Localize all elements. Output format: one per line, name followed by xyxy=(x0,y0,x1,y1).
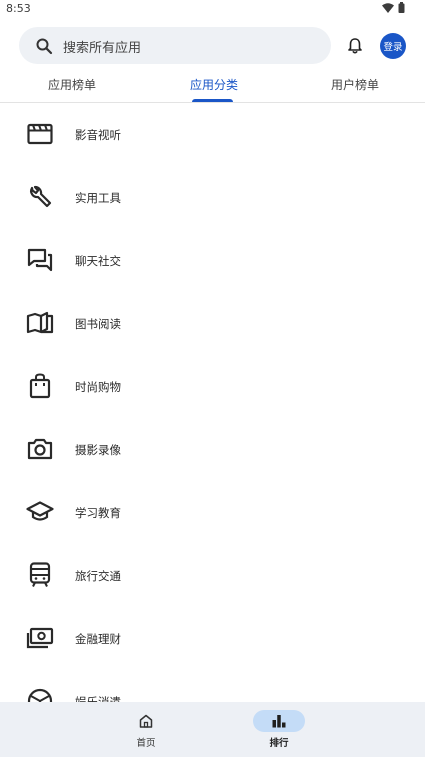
category-item-entertainment[interactable]: 娱乐消遣 xyxy=(0,670,425,702)
wrench-icon xyxy=(30,185,52,208)
category-label: 聊天社交 xyxy=(75,254,121,268)
search-icon xyxy=(36,38,53,55)
category-list: 影音视听 实用工具 聊天社交 图书阅读 时尚购物 摄影录像 学习教育 旅行交通 … xyxy=(0,103,425,702)
ranking-icon xyxy=(272,715,286,728)
bell-icon[interactable] xyxy=(346,37,364,55)
category-item-travel[interactable]: 旅行交通 xyxy=(0,544,425,607)
category-item-tools[interactable]: 实用工具 xyxy=(0,166,425,229)
nav-item-ranking[interactable]: 排行 xyxy=(229,702,329,757)
clapperboard-icon xyxy=(27,123,53,145)
tab-app-ranking[interactable]: 应用榜单 xyxy=(48,76,96,93)
nav-label-home: 首页 xyxy=(136,738,156,749)
category-label: 金融理财 xyxy=(75,632,121,646)
wifi-icon xyxy=(382,2,394,13)
status-icons xyxy=(382,2,405,13)
status-time: 8:53 xyxy=(6,2,31,15)
bottom-nav: 首页 排行 xyxy=(0,702,425,757)
home-icon xyxy=(139,714,153,728)
category-item-video[interactable]: 影音视听 xyxy=(0,103,425,166)
category-item-photography[interactable]: 摄影录像 xyxy=(0,418,425,481)
battery-icon xyxy=(398,2,405,13)
category-item-finance[interactable]: 金融理财 xyxy=(0,607,425,670)
category-label: 旅行交通 xyxy=(75,569,121,583)
money-icon xyxy=(26,627,54,649)
tab-user-ranking[interactable]: 用户榜单 xyxy=(331,76,379,93)
nav-item-home[interactable]: 首页 xyxy=(96,702,196,757)
category-item-shopping[interactable]: 时尚购物 xyxy=(0,355,425,418)
search-input[interactable]: 搜索所有应用 xyxy=(63,37,141,56)
entertainment-icon xyxy=(27,688,53,702)
status-bar: 8:53 xyxy=(0,0,425,18)
nav-label-ranking: 排行 xyxy=(269,738,289,749)
search-bar[interactable]: 搜索所有应用 xyxy=(19,27,331,64)
chat-icon xyxy=(27,248,53,272)
category-label: 实用工具 xyxy=(75,191,121,205)
category-label: 图书阅读 xyxy=(75,317,121,331)
train-icon xyxy=(29,562,51,587)
category-label: 学习教育 xyxy=(75,506,121,520)
book-icon xyxy=(26,311,54,334)
category-label: 影音视听 xyxy=(75,128,121,142)
category-label: 摄影录像 xyxy=(75,443,121,457)
category-item-social[interactable]: 聊天社交 xyxy=(0,229,425,292)
shopping-bag-icon xyxy=(29,373,51,399)
category-item-books[interactable]: 图书阅读 xyxy=(0,292,425,355)
tab-app-category[interactable]: 应用分类 xyxy=(190,76,238,93)
category-label: 时尚购物 xyxy=(75,380,121,394)
tab-indicator xyxy=(192,99,233,102)
login-button[interactable]: 登录 xyxy=(380,33,406,59)
tab-bar: 应用榜单 应用分类 用户榜单 xyxy=(0,66,425,103)
category-label: 娱乐消遣 xyxy=(75,695,121,702)
category-item-education[interactable]: 学习教育 xyxy=(0,481,425,544)
camera-icon xyxy=(27,438,53,460)
graduation-cap-icon xyxy=(26,501,54,521)
